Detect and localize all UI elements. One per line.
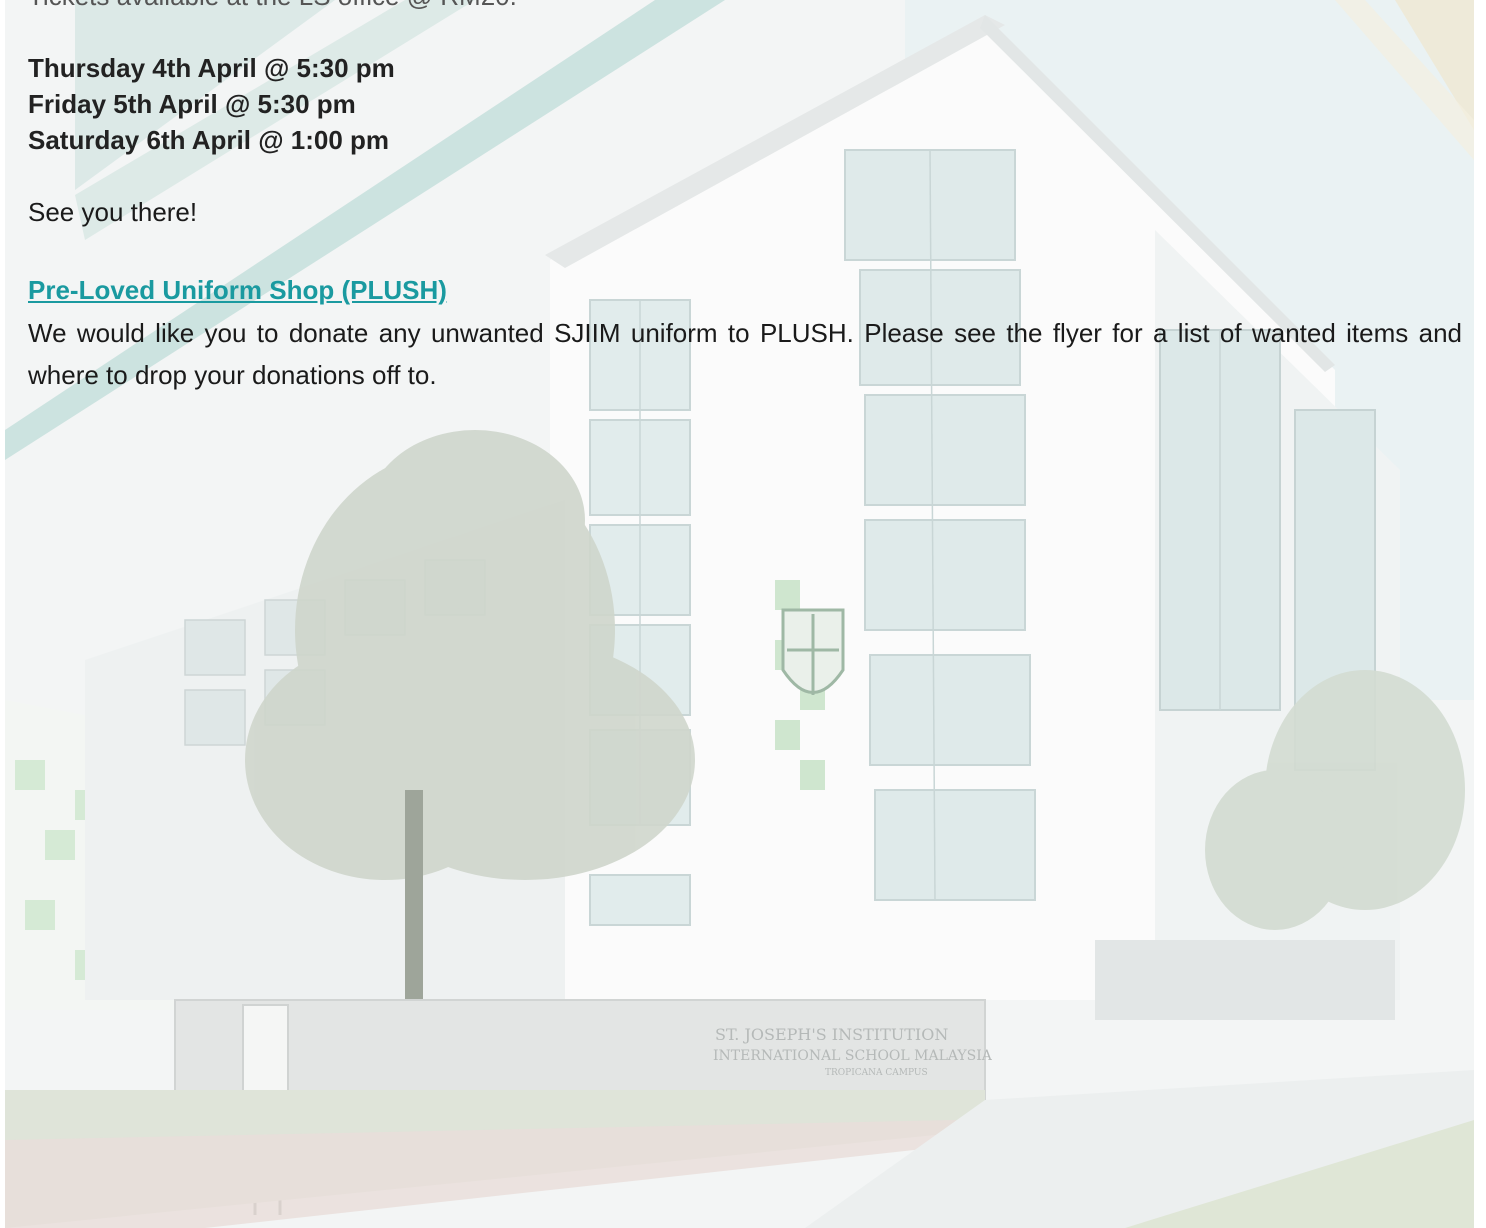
page-margin — [1474, 0, 1486, 1228]
svg-text:ST. JOSEPH'S INSTITUTION: ST. JOSEPH'S INSTITUTION — [715, 1025, 948, 1044]
showtime-saturday: Saturday 6th April @ 1:00 pm — [28, 125, 390, 155]
plush-section-link[interactable]: Pre-Loved Uniform Shop (PLUSH) — [28, 272, 447, 308]
svg-text:INTERNATIONAL SCHOOL MALAYSIA: INTERNATIONAL SCHOOL MALAYSIA — [713, 1048, 993, 1064]
showtime-thursday: Thursday 4th April @ 5:30 pm — [28, 53, 395, 83]
school-crest-icon — [781, 608, 845, 695]
showtime-friday: Friday 5th April @ 5:30 pm — [28, 89, 356, 119]
svg-text:TROPICANA CAMPUS: TROPICANA CAMPUS — [825, 1068, 928, 1078]
tickets-info-line: Tickets available at the LS office @ RM2… — [28, 0, 517, 14]
school-building-illustration: ST. JOSEPH'S INSTITUTION INTERNATIONAL S… — [5, 0, 1474, 1228]
sign-off-text: See you there! — [28, 197, 198, 227]
plush-section-body: We would like you to donate any unwanted… — [28, 318, 1462, 390]
background-photo: ST. JOSEPH'S INSTITUTION INTERNATIONAL S… — [5, 0, 1474, 1228]
